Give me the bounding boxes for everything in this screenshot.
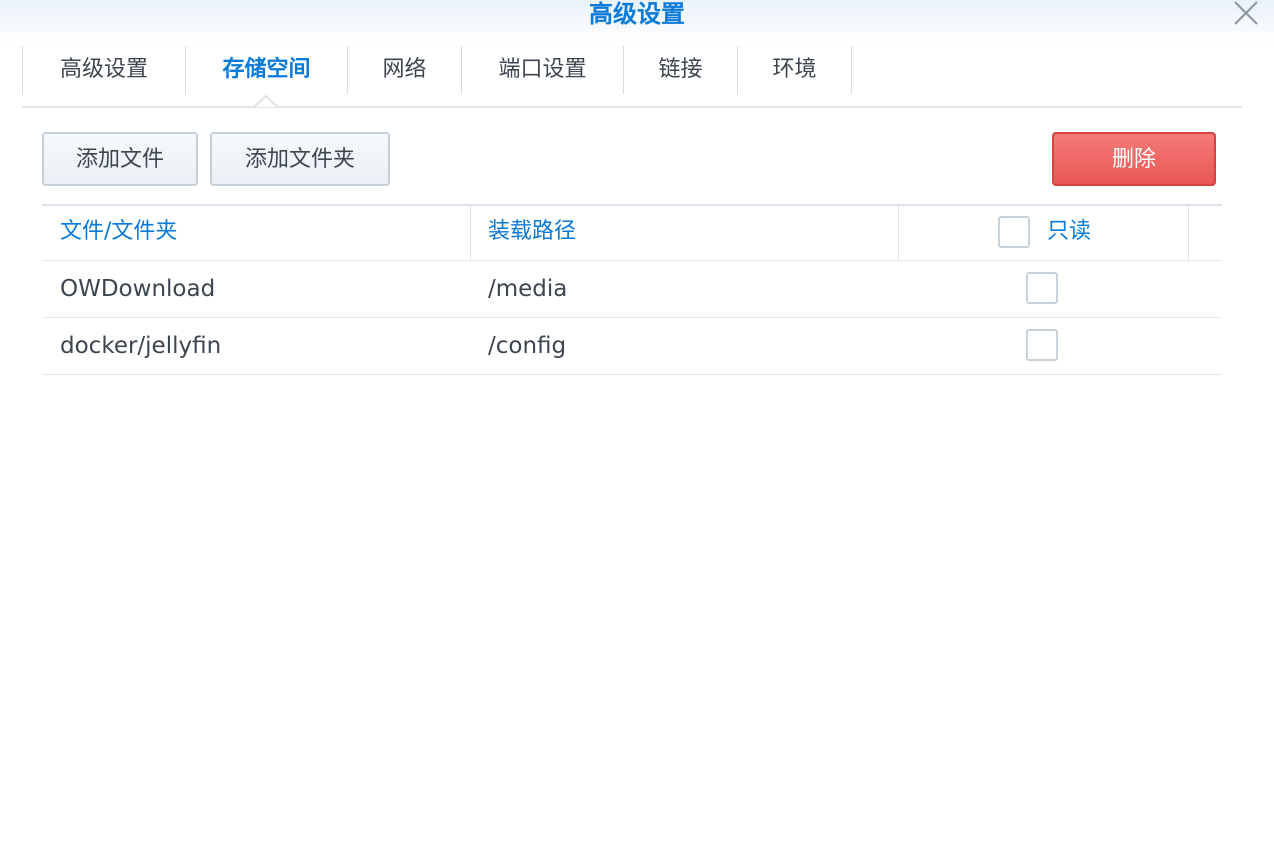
readonly-checkbox[interactable]: [1026, 272, 1058, 304]
tab-bar: 高级设置 存储空间 网络 端口设置 链接 环境: [22, 46, 1242, 108]
table-row[interactable]: docker/jellyfin /config: [42, 318, 1222, 375]
column-divider: [898, 206, 899, 260]
mount-path-cell: /media: [488, 276, 568, 302]
tab-port-settings[interactable]: 端口设置: [462, 46, 624, 94]
delete-button[interactable]: 删除: [1052, 132, 1216, 186]
add-file-button[interactable]: 添加文件: [42, 132, 198, 186]
table-header: 文件/文件夹 装载路径 只读: [42, 204, 1222, 261]
column-header-readonly: 只读: [1047, 219, 1092, 244]
column-divider: [1188, 206, 1189, 260]
table-row[interactable]: OWDownload /media: [42, 261, 1222, 318]
folder-cell: OWDownload: [60, 276, 216, 302]
volume-table: 文件/文件夹 装载路径 只读 OWDownload /media docker/…: [42, 204, 1222, 375]
add-folder-button[interactable]: 添加文件夹: [210, 132, 390, 186]
tab-links[interactable]: 链接: [624, 46, 738, 94]
tab-environment[interactable]: 环境: [738, 46, 852, 94]
folder-cell: docker/jellyfin: [60, 333, 222, 359]
active-tab-caret-icon: [254, 95, 278, 107]
close-button[interactable]: [1232, 0, 1260, 26]
mount-path-cell: /config: [488, 333, 567, 359]
tab-storage[interactable]: 存储空间: [186, 46, 348, 94]
tab-advanced-settings[interactable]: 高级设置: [22, 46, 186, 94]
advanced-settings-dialog: 高级设置 高级设置 存储空间 网络 端口设置 链接 环境 添加文件 添加文件夹 …: [0, 0, 1274, 852]
tab-network[interactable]: 网络: [348, 46, 462, 94]
select-all-readonly-checkbox[interactable]: [998, 216, 1030, 248]
column-header-mount-path[interactable]: 装载路径: [488, 206, 576, 260]
dialog-title: 高级设置: [589, 0, 685, 28]
column-divider: [470, 206, 471, 260]
dialog-titlebar: 高级设置: [0, 0, 1274, 44]
readonly-checkbox[interactable]: [1026, 329, 1058, 361]
close-icon: [1234, 1, 1258, 25]
column-header-folder[interactable]: 文件/文件夹: [60, 206, 177, 260]
